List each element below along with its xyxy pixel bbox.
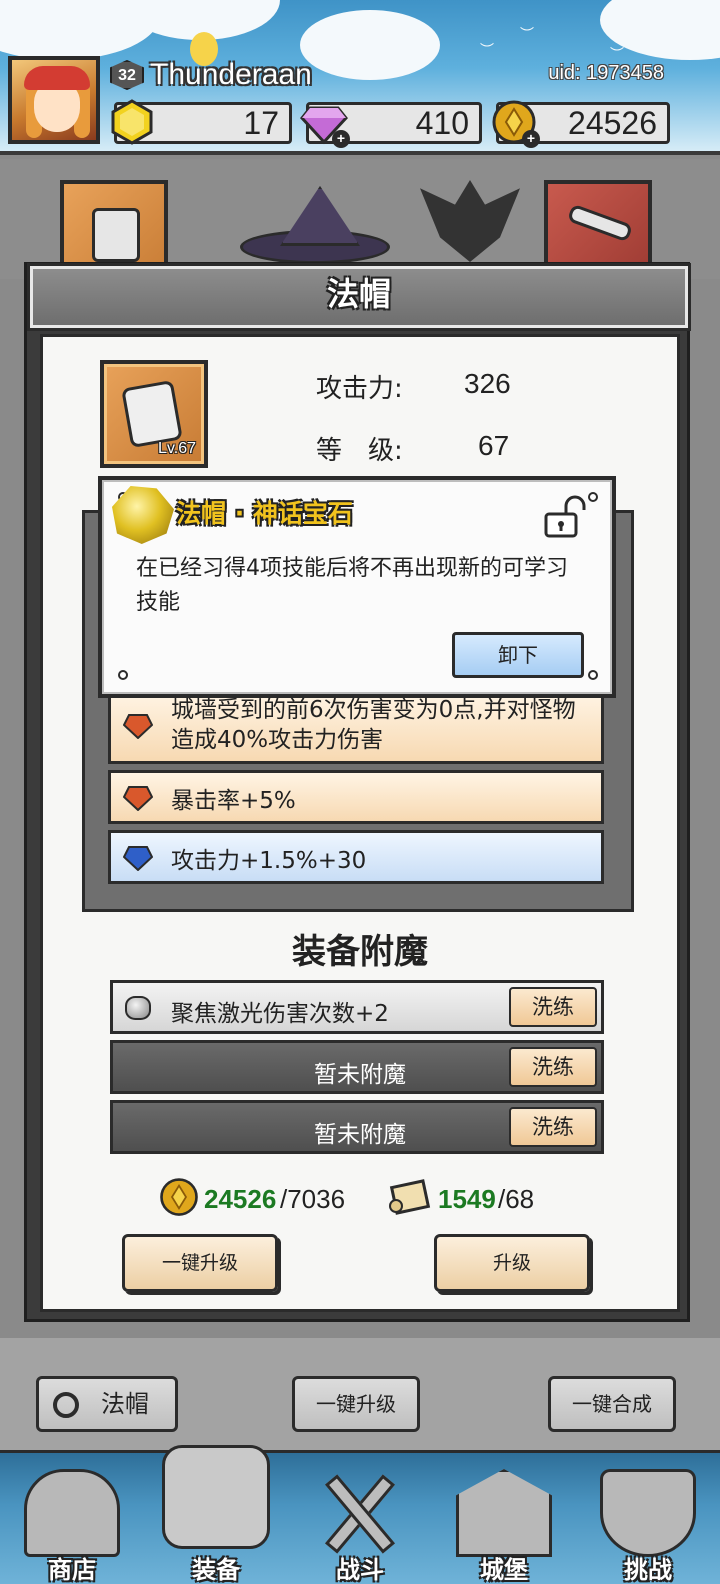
nav-equipment[interactable]: 装备: [144, 1445, 288, 1584]
backpack-icon: [162, 1445, 270, 1549]
reroll-button-3[interactable]: 洗练: [509, 1107, 597, 1147]
reroll-button-2[interactable]: 洗练: [509, 1047, 597, 1087]
popup-corner-bolt: [588, 492, 598, 502]
buy-coin-plus-icon[interactable]: +: [522, 130, 540, 148]
wizard-hat-art: [240, 186, 390, 266]
item-level: Lv.67: [158, 440, 196, 457]
bulk-upgrade-button[interactable]: 一键升级: [292, 1376, 420, 1432]
popup-corner-bolt: [588, 670, 598, 680]
shield-icon: [600, 1469, 696, 1557]
gold-gem-value: 17: [243, 105, 279, 141]
bulk-merge-button[interactable]: 一键合成: [548, 1376, 676, 1432]
gold-gem-icon: [111, 99, 153, 145]
nav-castle-label: 城堡: [480, 1556, 528, 1584]
popup-corner-bolt: [118, 670, 128, 680]
shop-hut-icon: [24, 1469, 120, 1557]
panel-title: 法帽: [326, 275, 391, 313]
enchant-row-1: 聚焦激光伤害次数+2 洗练: [110, 980, 604, 1034]
gem-slot-mythic-text: 城墙受到的前6次伤害变为0点,并对怪物造成40%攻击力伤害: [171, 697, 576, 753]
panel-title-bar: 法帽: [27, 263, 691, 331]
gem-slot-attack-text: 攻击力+1.5%+30: [171, 848, 367, 874]
gem-slot-attack[interactable]: 攻击力+1.5%+30: [108, 830, 604, 884]
blue-gem-icon: [123, 846, 153, 871]
scroll-icon: [389, 1179, 431, 1215]
nav-battle[interactable]: 战斗: [288, 1453, 432, 1584]
scroll-need: /68: [498, 1184, 535, 1214]
gem-slot-mythic[interactable]: 城墙受到的前6次伤害变为0点,并对怪物造成40%攻击力伤害: [108, 690, 604, 764]
enchant-title: 装备附魔: [292, 932, 428, 972]
orange-gem-icon: [123, 786, 153, 811]
enchant-row-3: 暂未附魔 洗练: [110, 1100, 604, 1154]
attack-value: 326: [464, 368, 511, 399]
buy-diamond-plus-icon[interactable]: +: [332, 130, 350, 148]
scroll-have: 1549: [438, 1184, 496, 1214]
popup-title: 法帽 · 神话宝石: [176, 499, 353, 528]
coin-need: /7036: [280, 1184, 346, 1214]
popup-description: 在已经习得4项技能后将不再出现新的可学习技能: [136, 556, 568, 615]
one-click-upgrade-button[interactable]: 一键升级: [122, 1234, 278, 1292]
upgrade-button[interactable]: 升级: [434, 1234, 590, 1292]
unlock-icon[interactable]: [542, 494, 586, 538]
player-uid: uid: 1973458: [548, 62, 664, 84]
silver-stone-icon: [125, 996, 151, 1020]
nav-challenge-label: 挑战: [624, 1556, 672, 1584]
coin-icon: [160, 1178, 198, 1216]
level-value: 67: [478, 430, 510, 461]
attack-label: 攻击力:: [316, 374, 403, 404]
category-filter-label: 法帽: [101, 1390, 149, 1418]
category-filter-button[interactable]: 法帽: [36, 1376, 178, 1432]
player-name: Thunderaan: [150, 58, 312, 91]
player-avatar[interactable]: [8, 56, 100, 144]
nav-shop[interactable]: 商店: [0, 1453, 144, 1584]
gem-slot-crit-text: 暴击率+5%: [171, 788, 296, 814]
category-ring-icon: [53, 1392, 79, 1418]
crossed-swords-icon: [312, 1469, 408, 1557]
bottom-nav: 商店 装备 战斗 城堡 挑战: [0, 1445, 720, 1584]
reroll-button-1[interactable]: 洗练: [509, 987, 597, 1027]
gem-slot-crit[interactable]: 暴击率+5%: [108, 770, 604, 824]
coin-value: 24526: [568, 105, 657, 141]
level-label: 等 级:: [316, 436, 403, 466]
nav-castle[interactable]: 城堡: [432, 1453, 576, 1584]
unequip-button[interactable]: 卸下: [452, 632, 584, 678]
item-icon: Lv.67: [100, 360, 208, 468]
nav-challenge[interactable]: 挑战: [576, 1453, 720, 1584]
diamond-value: 410: [415, 105, 469, 141]
coin-have: 24526: [204, 1184, 277, 1214]
orange-gem-icon: [123, 714, 153, 739]
enchant-row-1-text: 聚焦激光伤害次数+2: [171, 1001, 389, 1027]
nav-equipment-label: 装备: [192, 1556, 240, 1584]
enchant-row-2: 暂未附魔 洗练: [110, 1040, 604, 1094]
nav-battle-label: 战斗: [336, 1556, 384, 1584]
nav-shop-label: 商店: [48, 1556, 96, 1584]
helmet-icon: [121, 379, 183, 449]
castle-icon: [456, 1469, 552, 1557]
